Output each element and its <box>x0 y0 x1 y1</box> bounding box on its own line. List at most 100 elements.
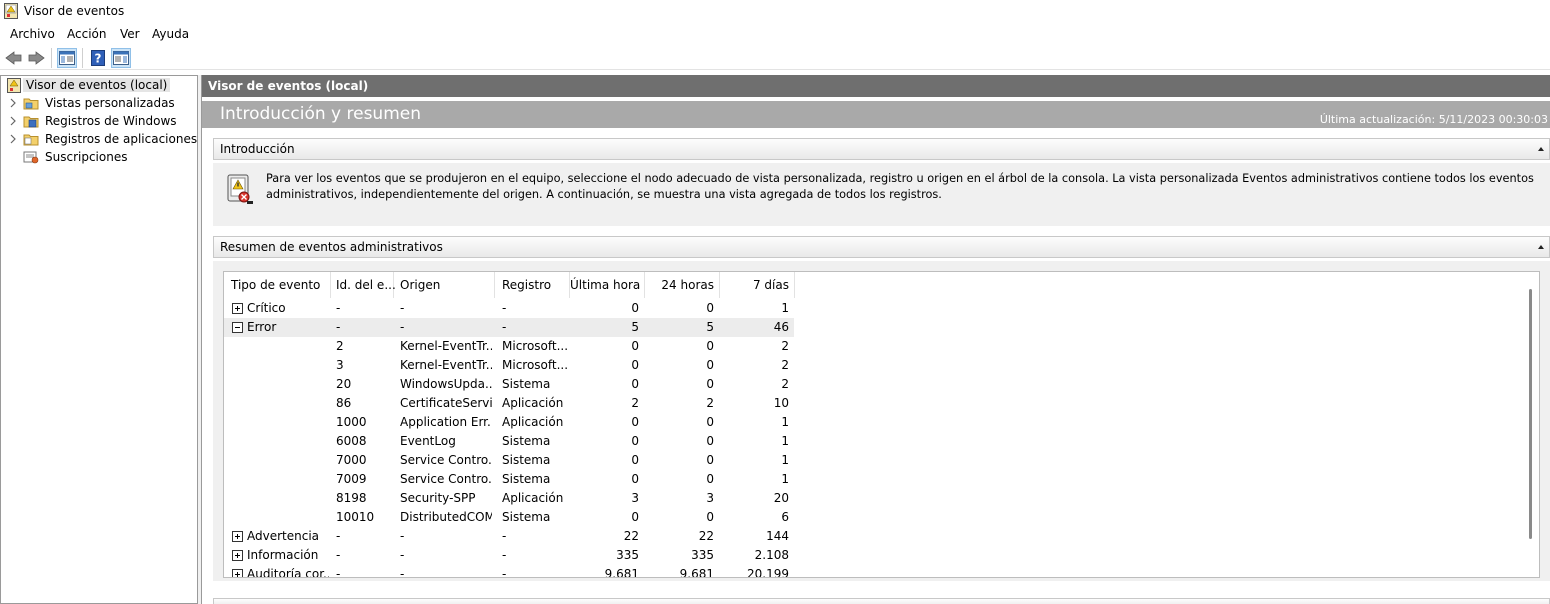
tree-item-root[interactable]: Visor de eventos (local) <box>1 77 197 94</box>
cell-tipo: Crítico <box>247 301 286 315</box>
back-icon[interactable] <box>4 48 24 68</box>
folder-icon <box>23 132 39 147</box>
table-row[interactable]: 86 CertificateServi... Aplicación 2 2 10 <box>224 394 1539 413</box>
tree-item-vistas-personalizadas[interactable]: Vistas personalizadas <box>1 95 197 112</box>
cell-day: 5 <box>706 320 714 334</box>
forward-icon[interactable] <box>26 48 46 68</box>
menu-accion[interactable]: Acción <box>67 26 106 42</box>
cell-origin: - <box>400 320 405 334</box>
table-row[interactable]: 3 Kernel-EventTr... Microsoft... 0 0 2 <box>224 356 1539 375</box>
toolbar-separator <box>51 48 52 68</box>
cell-origin: - <box>400 567 405 578</box>
table-row[interactable]: Auditoría cor... - - -9.681 9.681 20.199 <box>224 565 1539 578</box>
collapse-icon[interactable] <box>1538 245 1544 249</box>
expand-icon[interactable] <box>232 531 243 542</box>
cell-origin: Kernel-EventTr... <box>400 339 492 353</box>
cell-day: 0 <box>706 339 714 353</box>
svg-text:?: ? <box>95 52 102 66</box>
toolbar-separator <box>82 48 83 68</box>
menu-ayuda[interactable]: Ayuda <box>152 26 189 42</box>
folder-icon <box>23 96 39 111</box>
expand-icon[interactable] <box>232 550 243 561</box>
col-header-origen[interactable]: Origen <box>394 272 495 298</box>
table-row[interactable]: 1000 Application Err... Aplicación 0 0 1 <box>224 413 1539 432</box>
col-header-tipo[interactable]: Tipo de evento <box>224 272 331 298</box>
table-row[interactable]: 8198 Security-SPP Aplicación 3 3 20 <box>224 489 1539 508</box>
col-header-ultima-hora[interactable]: Última hora <box>570 272 645 298</box>
cell-day: 2 <box>706 396 714 410</box>
menu-ver[interactable]: Ver <box>120 26 140 42</box>
cell-tipo: Error <box>247 320 277 334</box>
cell-id: 7009 <box>336 472 367 486</box>
table-row[interactable]: 7000 Service Contro... Sistema 0 0 1 <box>224 451 1539 470</box>
cell-hour: 0 <box>631 301 639 315</box>
main-header: Visor de eventos (local) <box>202 75 1550 97</box>
cell-id: - <box>336 320 341 334</box>
col-header-id[interactable]: Id. del e... <box>331 272 396 298</box>
chevron-right-icon[interactable] <box>9 115 18 127</box>
cell-log: Sistema <box>502 377 551 391</box>
table-row[interactable]: 20 WindowsUpda... Sistema 0 0 2 <box>224 375 1539 394</box>
cell-log: Aplicación <box>502 491 564 505</box>
cell-hour: 0 <box>631 510 639 524</box>
table-row[interactable]: 6008 EventLog Sistema 0 0 1 <box>224 432 1539 451</box>
cell-week: 2 <box>781 377 789 391</box>
intro-section-body: Para ver los eventos que se produjeron e… <box>213 163 1550 226</box>
cell-log: Aplicación <box>502 415 564 429</box>
summary-section-header[interactable]: Resumen de eventos administrativos <box>213 236 1550 258</box>
cell-day: 0 <box>706 453 714 467</box>
cell-id: 8198 <box>336 491 367 505</box>
col-header-registro[interactable]: Registro <box>495 272 570 298</box>
scrollbar-thumb[interactable] <box>1529 289 1532 539</box>
tree-item-label: Registros de aplicaciones y s <box>45 132 198 146</box>
show-hide-console-tree-icon[interactable] <box>57 48 77 68</box>
help-icon[interactable]: ? <box>88 48 108 68</box>
expand-icon[interactable] <box>232 303 243 314</box>
cell-log: Aplicación <box>502 396 564 410</box>
tree-item-registros-windows[interactable]: Registros de Windows <box>1 113 197 130</box>
collapse-icon[interactable] <box>232 322 243 333</box>
col-header-24-horas[interactable]: 24 horas <box>645 272 720 298</box>
recent-views-section-header[interactable] <box>213 598 1550 604</box>
intro-section-header[interactable]: Introducción <box>213 138 1550 160</box>
cell-log: Sistema <box>502 472 551 486</box>
table-row[interactable]: Información - - - 335 335 2.108 <box>224 546 1539 565</box>
menu-archivo[interactable]: Archivo <box>10 26 55 42</box>
show-hide-action-pane-icon[interactable] <box>111 48 131 68</box>
collapse-icon[interactable] <box>1538 147 1544 151</box>
title-bar: Visor de eventos <box>0 0 1550 23</box>
table-row[interactable]: 10010 DistributedCOM Sistema 0 0 6 <box>224 508 1539 527</box>
table-row[interactable]: Advertencia - - - 22 22 144 <box>224 527 1539 546</box>
cell-day: 0 <box>706 377 714 391</box>
tree-item-registros-aplicaciones[interactable]: Registros de aplicaciones y s <box>1 131 197 148</box>
cell-hour: 2 <box>631 396 639 410</box>
chevron-right-icon[interactable] <box>9 97 18 109</box>
cell-origin: Kernel-EventTr... <box>400 358 492 372</box>
chevron-right-icon[interactable] <box>9 133 18 145</box>
cell-id: 6008 <box>336 434 367 448</box>
cell-id: 86 <box>336 396 352 410</box>
cell-hour: 0 <box>631 377 639 391</box>
main-pane: Visor de eventos (local) Introducción y … <box>201 75 1550 604</box>
cell-hour: 3 <box>631 491 639 505</box>
tree-item-label: Registros de Windows <box>45 114 177 128</box>
cell-week: 1 <box>781 415 789 429</box>
tree-item-suscripciones[interactable]: Suscripciones <box>1 149 197 166</box>
cell-week: 20.199 <box>747 567 789 578</box>
vertical-scrollbar[interactable] <box>1522 272 1539 577</box>
table-row[interactable]: Error - - - 5 5 46 <box>224 318 1539 337</box>
cell-tipo: Auditoría cor... <box>247 567 329 578</box>
intro-text: Para ver los eventos que se produjeron e… <box>266 172 1534 201</box>
expand-icon[interactable] <box>232 569 243 577</box>
cell-week: 6 <box>781 510 789 524</box>
table-row[interactable]: 7009 Service Contro... Sistema 0 0 1 <box>224 470 1539 489</box>
cell-week: 1 <box>781 301 789 315</box>
table-row[interactable]: 2 Kernel-EventTr... Microsoft... 0 0 2 <box>224 337 1539 356</box>
table-row[interactable]: Crítico - - - 0 0 1 <box>224 299 1539 318</box>
cell-hour: 0 <box>631 453 639 467</box>
cell-id: - <box>336 301 341 315</box>
cell-log: - <box>502 529 507 543</box>
cell-hour: 0 <box>631 415 639 429</box>
cell-hour: 0 <box>631 472 639 486</box>
col-header-7-dias[interactable]: 7 días <box>720 272 795 298</box>
